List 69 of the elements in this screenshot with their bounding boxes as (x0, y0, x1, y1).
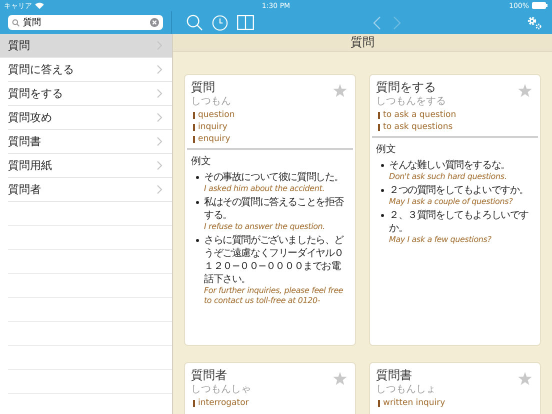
reading: しつもんしょ (376, 383, 436, 396)
headword: 質問者 (191, 368, 228, 383)
translation[interactable]: interrogator (198, 397, 249, 409)
result-list-item[interactable]: 質問 (0, 34, 172, 58)
search-icon (12, 18, 20, 26)
settings-icon[interactable] (527, 16, 542, 30)
bullet-icon (196, 201, 199, 204)
chevron-icon (157, 89, 162, 98)
star-icon[interactable] (333, 372, 347, 385)
bullet-icon (196, 239, 199, 242)
bullet-icon (381, 164, 384, 167)
chevron-icon (157, 185, 162, 194)
examples-heading: 例文 (191, 154, 212, 168)
headword: 質問書 (376, 368, 413, 383)
chevron-icon (157, 113, 162, 122)
book-icon[interactable] (237, 15, 254, 30)
result-list-item[interactable]: 質問に答える (8, 58, 172, 82)
examples-heading: 例文 (376, 142, 397, 156)
example-translation: May I ask a few questions? (389, 235, 492, 245)
chevron-icon (157, 137, 162, 146)
chevron-icon (157, 65, 162, 74)
reading: しつもんをする (376, 95, 446, 108)
translation-marker (193, 112, 195, 118)
translation[interactable]: to ask questions (383, 121, 453, 133)
search-field[interactable]: 質問 (8, 15, 163, 30)
star-icon[interactable] (333, 84, 347, 97)
clear-icon[interactable] (150, 18, 159, 27)
chevron-icon (157, 161, 162, 170)
example-sentence: ２つの質問をしてもよいですか。 (389, 184, 529, 197)
example-sentence: 私はその質問に答えることを拒否する。 (204, 196, 345, 222)
example-sentence: そんな難しい質問をするな。 (389, 159, 510, 172)
clock-icon[interactable] (212, 14, 228, 30)
result-list-item[interactable]: 質問書 (8, 130, 172, 154)
reading: しつもん (191, 95, 231, 108)
bullet-icon (381, 214, 384, 217)
translation-marker (378, 400, 380, 406)
translation-marker (193, 400, 195, 406)
example-sentence: ２、３質問をしてもよろしいですか。 (389, 209, 530, 235)
star-icon[interactable] (518, 372, 532, 385)
example-translation: I asked him about the accident. (204, 184, 326, 194)
example-translation: I refuse to answer the question. (204, 222, 326, 232)
search-icon[interactable] (186, 14, 203, 31)
translation-marker (378, 124, 380, 130)
bullet-icon (381, 189, 384, 192)
star-icon[interactable] (518, 84, 532, 97)
example-translation: May I ask a couple of questions? (389, 197, 514, 207)
headword: 質問をする (376, 80, 437, 95)
translation[interactable]: to ask a question (383, 109, 456, 121)
result-list-item[interactable]: 質問用紙 (8, 154, 172, 178)
headword: 質問 (191, 80, 216, 95)
example-translation: For further inquiries, please feel free to contact us toll-free at 0120- (204, 286, 344, 306)
result-list-item[interactable]: 質問攻め (8, 106, 172, 130)
example-sentence: その事故について彼に質問した。 (204, 171, 344, 184)
example-translation: Don't ask such hard questions. (389, 172, 508, 182)
translation[interactable]: written inquiry (383, 397, 446, 409)
translation-marker (193, 124, 195, 130)
result-list-item[interactable]: 質問者 (8, 178, 172, 202)
entry-title: 質問 (350, 34, 374, 51)
translation[interactable]: enquiry (198, 133, 230, 145)
result-list-item[interactable]: 質問をする (8, 82, 172, 106)
battery-icon (532, 2, 548, 9)
translation-marker (378, 112, 380, 118)
translation[interactable]: inquiry (198, 121, 228, 133)
wifi-icon (35, 2, 44, 9)
reading: しつもんしゃ (191, 383, 251, 396)
bullet-icon (196, 176, 199, 179)
translation[interactable]: question (198, 109, 235, 121)
translation-marker (193, 136, 195, 142)
example-sentence: さらに質問がございましたら、どうぞご遠慮なくフリーダイヤル０１２０−００−００００までお電話下さい。 (204, 234, 345, 286)
